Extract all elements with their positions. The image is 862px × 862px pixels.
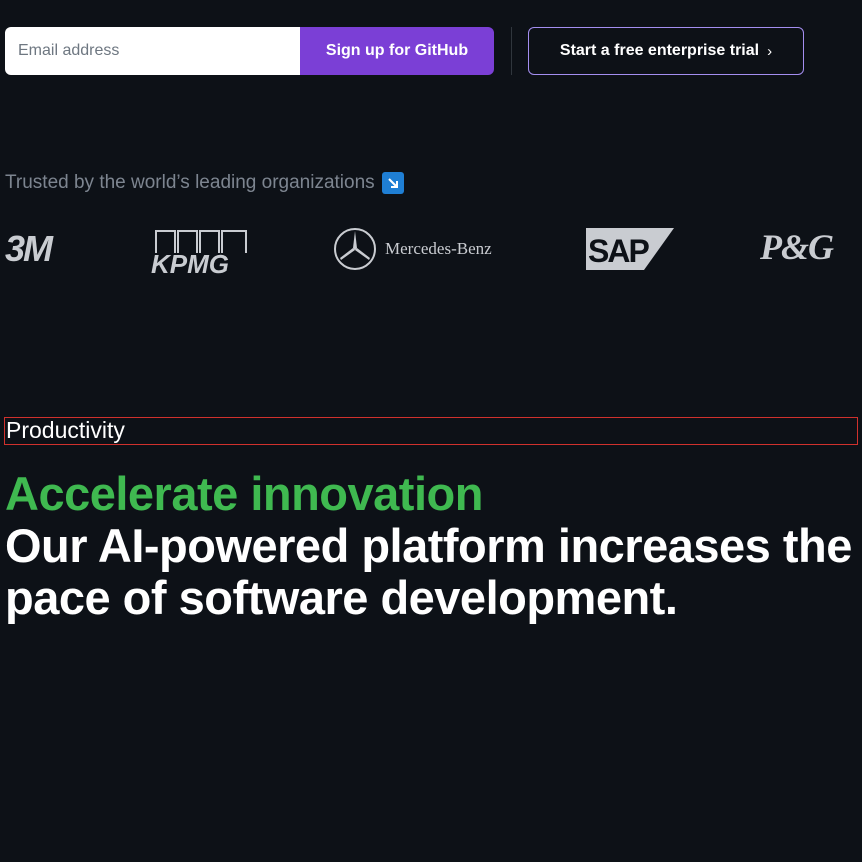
mercedes-star-icon [334, 228, 376, 270]
page: Sign up for GitHub Start a free enterpri… [0, 0, 862, 862]
chevron-right-icon: › [767, 42, 773, 60]
enterprise-trial-button[interactable]: Start a free enterprise trial › [528, 27, 804, 75]
section-headline: Accelerate innovation Our AI-powered pla… [5, 468, 857, 624]
logo-3m: 3M [5, 228, 53, 269]
logo-pg: P&G [760, 227, 834, 267]
mercedes-wordmark: Mercedes-Benz [385, 239, 492, 258]
signup-form: Sign up for GitHub [5, 27, 494, 75]
signup-button[interactable]: Sign up for GitHub [300, 27, 494, 75]
logo-mercedes-benz: Mercedes-Benz [333, 227, 492, 271]
section-eyebrow-productivity: Productivity [4, 417, 858, 445]
svg-text:KPMG: KPMG [151, 249, 229, 277]
logo-sap: SAP [586, 226, 676, 277]
divider [511, 27, 512, 75]
logo-kpmg: KPMG [150, 229, 250, 282]
arrow-down-right-icon [381, 172, 404, 194]
trusted-by-heading: Trusted by the world’s leading organizat… [5, 172, 404, 194]
email-input[interactable] [5, 27, 300, 75]
enterprise-trial-label: Start a free enterprise trial [559, 42, 760, 59]
customer-logos: 3M KPMG Mercedes-Benz SAP P&G [0, 222, 862, 282]
signup-row: Sign up for GitHub Start a free enterpri… [5, 27, 804, 75]
headline-accent: Accelerate innovation [5, 467, 483, 520]
trusted-text: Trusted by the world’s leading organizat… [5, 172, 375, 193]
headline-main: Our AI-powered platform increases the pa… [5, 519, 852, 624]
svg-text:SAP: SAP [588, 233, 649, 269]
